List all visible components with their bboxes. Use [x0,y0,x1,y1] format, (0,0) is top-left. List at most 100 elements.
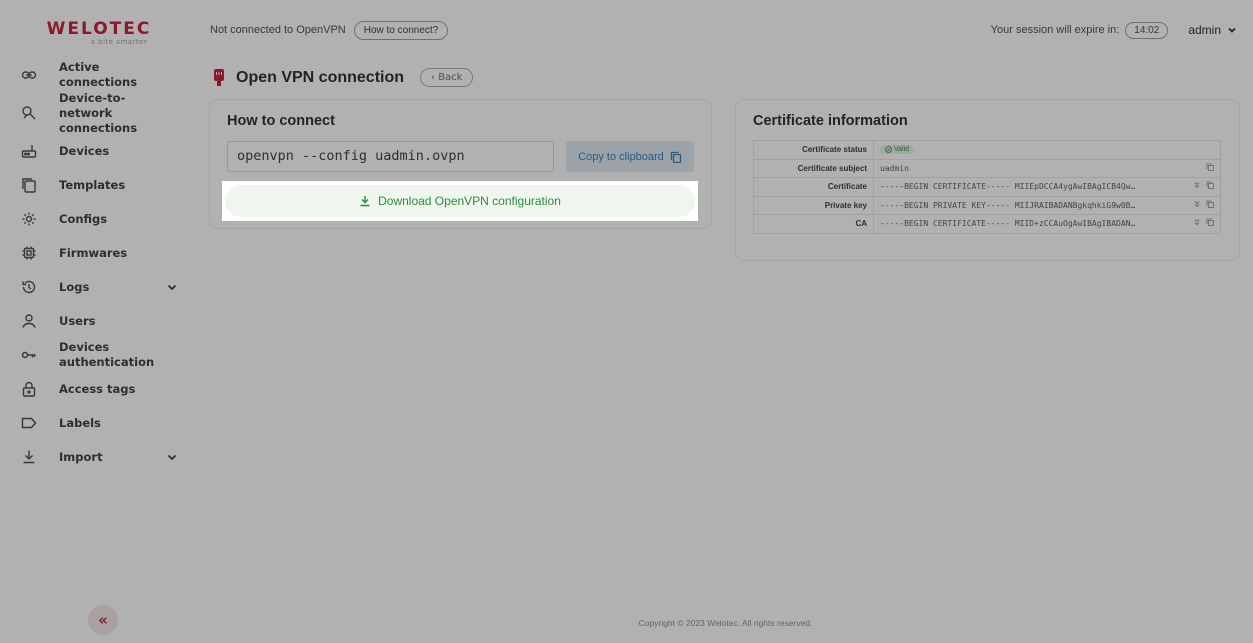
key-icon [18,344,40,366]
spotlight-highlight: Download OpenVPN configuration [222,181,698,221]
sidebar-item-templates[interactable]: Templates [8,168,190,202]
row-actions [1188,181,1214,189]
row-key: CA [753,214,874,233]
command-field[interactable]: openvpn --config uadmin.ovpn [227,141,554,172]
sidebar-item-label: Devices [59,143,110,158]
status-badge-label: Valid [894,145,910,153]
download-config-button-highlighted[interactable]: Download OpenVPN configuration [225,185,695,217]
copy-icon [670,151,681,163]
table-row: Private key -----BEGIN PRIVATE KEY----- … [753,195,1221,215]
sidebar-item-label: Devices authentication [59,340,155,369]
row-value: -----BEGIN PRIVATE KEY----- MIIJRAIBADAN… [873,195,1221,215]
download-icon [360,196,370,207]
topbar: Not connected to OpenVPN How to connect?… [198,8,1253,52]
row-key: Certificate subject [753,158,874,178]
sidebar-item-label: Templates [59,177,126,192]
history-icon [18,276,40,298]
sidebar-item-users[interactable]: Users [8,304,190,338]
sidebar-item-device-to-network[interactable]: Device-to-network connections [8,90,190,135]
user-menu[interactable]: admin [1188,23,1237,37]
sidebar-item-logs[interactable]: Logs [8,270,190,304]
sidebar-item-label: Labels [59,415,101,430]
chevron-down-icon[interactable] [166,281,178,293]
table-row: Certificate -----BEGIN CERTIFICATE----- … [753,177,1221,196]
copy-icon [18,174,40,196]
expand-icon[interactable] [1193,200,1201,208]
sidebar-item-label: Active connections [59,60,138,89]
row-value-text: -----BEGIN CERTIFICATE----- MIID+zCCAuOg… [880,219,1136,229]
sidebar-item-devices-authentication[interactable]: Devices authentication [8,338,190,372]
how-to-connect-button[interactable]: How to connect? [353,20,449,40]
chevron-down-icon[interactable] [166,451,178,463]
row-actions [1188,200,1214,208]
tag-icon [18,412,40,434]
certificate-table: Certificate status Valid Certificate sub… [753,140,1221,234]
sidebar-item-active-connections[interactable]: Active connections [8,58,190,92]
row-key: Private key [753,195,874,215]
sidebar-item-access-tags[interactable]: Access tags [8,372,190,406]
copy-icon[interactable] [1206,163,1214,171]
sidebar-item-label: Users [59,313,96,328]
session-timer-badge: 14:02 [1125,21,1169,39]
download-icon [18,446,40,468]
collapse-sidebar-button[interactable]: « [88,605,118,635]
sidebar-item-label: Logs [59,279,90,294]
expand-icon[interactable] [1193,218,1201,226]
sidebar: WELOTEC a bite smarter Active connection… [8,8,190,643]
sidebar-item-label: Import [59,449,103,464]
sidebar-item-devices[interactable]: Devices [8,134,190,168]
logo[interactable]: WELOTEC a bite smarter [8,8,190,52]
check-circle-icon [885,145,892,153]
table-row: CA -----BEGIN CERTIFICATE----- MIID+zCCA… [753,214,1221,233]
sidebar-item-label: Configs [59,211,108,226]
row-actions [1188,218,1214,226]
sidebar-item-configs[interactable]: Configs [8,202,190,236]
session-info: Your session will expire in: 14:02 [991,21,1169,39]
sidebar-item-firmwares[interactable]: Firmwares [8,236,190,270]
row-value-text: -----BEGIN PRIVATE KEY----- MIIJRAIBADAN… [880,200,1136,210]
row-value: uadmin [873,158,1221,178]
main-content: Open VPN connection ‹ Back How to connec… [198,52,1253,643]
chevron-down-icon [1228,27,1236,33]
row-value: -----BEGIN CERTIFICATE----- MIIEpDCCA4yg… [873,177,1221,196]
copy-to-clipboard-button[interactable]: Copy to clipboard [566,141,694,172]
chip-icon [18,242,40,264]
logo-text: WELOTEC [46,18,152,39]
card-title: Certificate information [753,113,908,129]
gear-icon [18,208,40,230]
copy-icon[interactable] [1206,218,1214,226]
ethernet-plug-icon [214,68,224,86]
sidebar-item-label: Firmwares [59,245,128,260]
row-value-text: uadmin [880,163,909,173]
table-row: Certificate subject uadmin [753,158,1221,178]
user-icon [18,310,40,332]
expand-icon[interactable] [1193,181,1201,189]
link-icon [18,64,40,86]
lock-icon [18,378,40,400]
row-value: Valid [873,140,1221,159]
table-row: Certificate status Valid [753,140,1221,159]
copy-icon[interactable] [1206,200,1214,208]
copy-icon[interactable] [1206,181,1214,189]
sidebar-item-label: Access tags [59,381,136,396]
logo-tagline: a bite smarter [90,37,148,46]
copy-button-label: Copy to clipboard [578,150,664,163]
row-key: Certificate [753,177,874,196]
vpn-status-text: Not connected to OpenVPN [210,24,346,36]
router-icon [18,140,40,162]
footer-copyright: Copyright © 2023 Welotec. All rights res… [638,618,813,628]
back-button[interactable]: ‹ Back [420,68,474,87]
page-title: Open VPN connection [236,68,405,86]
row-key: Certificate status [753,140,874,159]
page-header: Open VPN connection ‹ Back [212,68,474,87]
sidebar-item-labels[interactable]: Labels [8,406,190,440]
row-actions [1201,163,1214,171]
sidebar-item-import[interactable]: Import [8,440,190,474]
card-title: How to connect [227,113,335,129]
network-icon [18,102,40,124]
row-value: -----BEGIN CERTIFICATE----- MIID+zCCAuOg… [873,214,1221,233]
row-value-text: -----BEGIN CERTIFICATE----- MIIEpDCCA4yg… [880,182,1136,192]
sidebar-nav: Active connections Device-to-network con… [8,58,190,474]
download-button-label: Download OpenVPN configuration [378,194,561,208]
sidebar-item-label: Device-to-network connections [59,90,138,135]
